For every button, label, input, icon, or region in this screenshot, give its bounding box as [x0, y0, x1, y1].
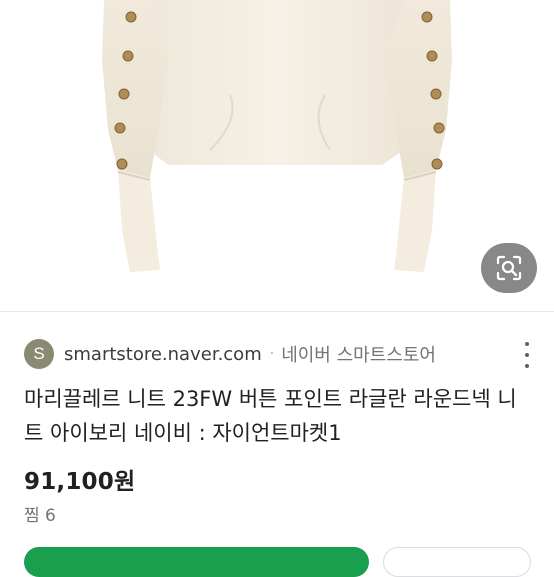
source-domain[interactable]: smartstore.naver.com: [64, 344, 262, 365]
price: 91,100원: [24, 469, 136, 495]
likes-count: 찜 6: [24, 506, 56, 526]
source-site-name: 네이버 스마트스토어: [281, 345, 436, 366]
source-row[interactable]: S smartstore.naver.com · 네이버 스마트스토어: [24, 338, 534, 370]
image-search-button[interactable]: [481, 243, 537, 293]
sweater-illustration: [102, 0, 452, 272]
sweater-body: [136, 0, 418, 165]
left-cuff: [118, 170, 160, 272]
product-image[interactable]: [0, 0, 554, 310]
site-favicon: S: [24, 339, 54, 369]
secondary-button[interactable]: [383, 547, 531, 577]
more-vert-icon[interactable]: [522, 342, 532, 368]
right-cuff: [394, 170, 436, 272]
source-separator: ·: [269, 346, 275, 362]
divider: [0, 311, 554, 312]
visit-button[interactable]: [24, 547, 369, 577]
result-title[interactable]: 마리끌레르 니트 23FW 버튼 포인트 라글란 라운드넥 니트 아이보리 네이…: [24, 382, 529, 450]
lens-search-icon: [496, 255, 522, 281]
